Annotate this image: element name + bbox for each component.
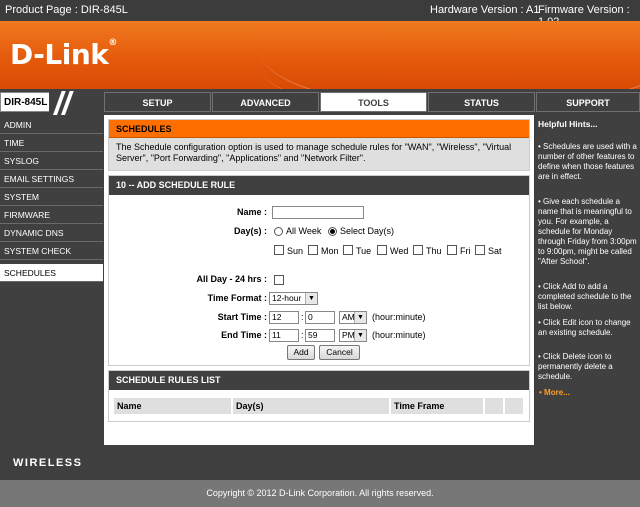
wireless-bar: WIRELESS	[0, 445, 640, 480]
all-day-label: All Day - 24 hrs :	[196, 274, 267, 284]
sidebar-item-firmware[interactable]: FIRMWARE	[0, 206, 103, 224]
day-thu-label: Thu	[426, 246, 442, 256]
add-schedule-rule-panel: 10 -- ADD SCHEDULE RULE Name : Day(s) : …	[108, 175, 530, 366]
end-hour-input[interactable]: 11	[269, 329, 299, 342]
sidebar-item-schedules[interactable]: SCHEDULES	[0, 264, 103, 282]
cancel-button[interactable]: Cancel	[319, 345, 360, 360]
column-days: Day(s)	[233, 398, 389, 414]
day-mon-checkbox[interactable]	[308, 245, 318, 255]
hint-item: • Click Delete icon to permanently delet…	[538, 352, 613, 381]
hint-item: • Give each schedule a name that is mean…	[538, 197, 637, 266]
schedule-name-input[interactable]	[272, 206, 364, 219]
chevron-down-icon: ▼	[354, 330, 366, 341]
name-label: Name :	[236, 207, 267, 217]
add-rule-title: 10 -- ADD SCHEDULE RULE	[109, 176, 529, 195]
sidebar-item-admin[interactable]: ADMIN	[0, 116, 103, 134]
all-day-checkbox[interactable]	[274, 275, 284, 285]
column-edit	[485, 398, 503, 414]
schedule-rules-list-panel: SCHEDULE RULES LIST Name Day(s) Time Fra…	[108, 370, 530, 422]
column-delete	[505, 398, 523, 414]
day-thu-checkbox[interactable]	[413, 245, 423, 255]
add-button[interactable]: Add	[287, 345, 315, 360]
time-format-label: Time Format :	[207, 293, 267, 303]
column-time-frame: Time Frame	[391, 398, 483, 414]
day-sun-checkbox[interactable]	[274, 245, 284, 255]
sidebar-item-dynamic-dns[interactable]: DYNAMIC DNS	[0, 224, 103, 242]
more-hints-link[interactable]: • More...	[539, 388, 570, 398]
day-fri-checkbox[interactable]	[447, 245, 457, 255]
footer-copyright: Copyright © 2012 D-Link Corporation. All…	[0, 480, 640, 507]
tab-support[interactable]: SUPPORT	[536, 92, 640, 112]
hint-item: • Click Add to add a completed schedule …	[538, 282, 632, 311]
day-sun-label: Sun	[287, 246, 304, 256]
all-week-label: All Week	[286, 226, 322, 236]
column-name: Name	[114, 398, 231, 414]
sidebar-item-syslog[interactable]: SYSLOG	[0, 152, 103, 170]
chevron-down-icon: ▼	[305, 293, 317, 304]
start-time-label: Start Time :	[217, 312, 267, 322]
end-ampm-select[interactable]: PM ▼	[339, 329, 367, 342]
helpful-hints-panel: Helpful Hints... • Schedules are used wi…	[535, 115, 640, 445]
rules-list-title: SCHEDULE RULES LIST	[109, 371, 529, 390]
nav-row: DIR-845L SETUP ADVANCED TOOLS STATUS SUP…	[0, 89, 640, 117]
dlink-logo: D-Link®	[10, 38, 117, 71]
top-info-bar: Product Page : DIR-845L Hardware Version…	[0, 0, 640, 28]
days-label: Day(s) :	[233, 226, 267, 236]
schedules-info-panel: SCHEDULES The Schedule configuration opt…	[108, 119, 530, 171]
start-hour-minute-hint: (hour:minute)	[372, 312, 426, 322]
product-page-label: Product Page : DIR-845L	[5, 4, 128, 16]
brand-banner: D-Link®	[0, 21, 640, 89]
day-wed-label: Wed	[390, 246, 409, 256]
sidebar-item-system[interactable]: SYSTEM	[0, 188, 103, 206]
sidebar-item-time[interactable]: TIME	[0, 134, 103, 152]
day-fri-label: Fri	[460, 246, 471, 256]
main-content: SCHEDULES The Schedule configuration opt…	[104, 115, 534, 445]
start-ampm-select[interactable]: AM ▼	[339, 311, 367, 324]
end-hour-minute-hint: (hour:minute)	[372, 330, 426, 340]
day-mon-label: Mon	[321, 246, 339, 256]
sidebar-item-system-check[interactable]: SYSTEM CHECK	[0, 242, 103, 260]
time-colon: :	[301, 312, 304, 322]
hardware-version-label: Hardware Version : A1	[430, 4, 540, 16]
select-days-label: Select Day(s)	[340, 226, 395, 236]
sidebar-item-email-settings[interactable]: EMAIL SETTINGS	[0, 170, 103, 188]
start-minute-input[interactable]: 0	[305, 311, 335, 324]
time-colon: :	[301, 330, 304, 340]
time-format-select[interactable]: 12-hour ▼	[269, 292, 318, 305]
end-time-label: End Time :	[221, 330, 267, 340]
hints-title: Helpful Hints...	[538, 119, 598, 129]
hint-item: • Schedules are used with a number of ot…	[538, 142, 637, 181]
tab-setup[interactable]: SETUP	[104, 92, 211, 112]
model-badge: DIR-845L	[0, 91, 105, 117]
end-minute-input[interactable]: 59	[305, 329, 335, 342]
day-wed-checkbox[interactable]	[377, 245, 387, 255]
wireless-label: WIRELESS	[13, 457, 83, 469]
schedules-title: SCHEDULES	[109, 120, 529, 138]
all-week-radio[interactable]	[274, 227, 283, 236]
start-hour-input[interactable]: 12	[269, 311, 299, 324]
banner-wave	[260, 21, 640, 89]
day-sat-label: Sat	[488, 246, 502, 256]
sidebar: ADMIN TIME SYSLOG EMAIL SETTINGS SYSTEM …	[0, 115, 104, 445]
day-sat-checkbox[interactable]	[475, 245, 485, 255]
schedules-description: The Schedule configuration option is use…	[116, 142, 512, 163]
tab-status[interactable]: STATUS	[428, 92, 535, 112]
day-tue-label: Tue	[356, 246, 372, 256]
tab-advanced[interactable]: ADVANCED	[212, 92, 319, 112]
day-tue-checkbox[interactable]	[343, 245, 353, 255]
model-label: DIR-845L	[4, 97, 48, 108]
select-days-radio[interactable]	[328, 227, 337, 236]
chevron-down-icon: ▼	[354, 312, 366, 323]
hint-item: • Click Edit icon to change an existing …	[538, 318, 631, 337]
tab-tools[interactable]: TOOLS	[320, 92, 427, 112]
